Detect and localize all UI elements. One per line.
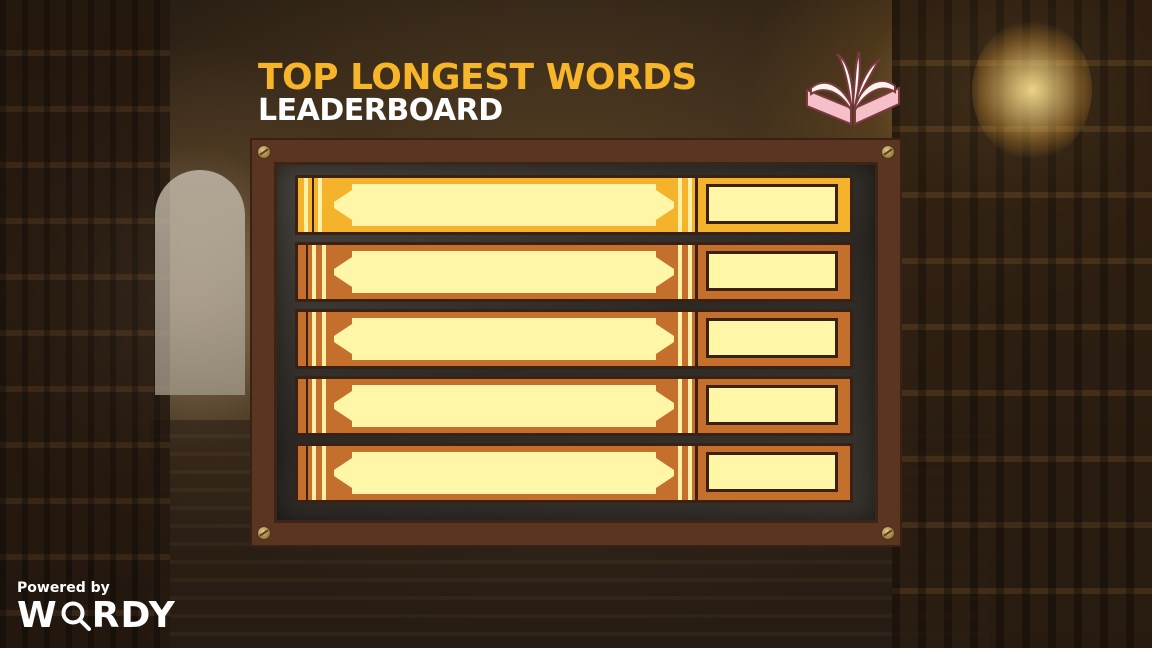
- brand-logo: W RDY: [17, 598, 176, 634]
- row-stripe: [688, 245, 692, 299]
- row-stripe: [678, 178, 682, 232]
- score-panel: [695, 245, 850, 299]
- score-box: [706, 385, 838, 425]
- row-stripe: [312, 178, 314, 232]
- leaderboard-row-3: [295, 309, 853, 369]
- score-text: [709, 388, 835, 422]
- row-stripe: [688, 379, 692, 433]
- score-text: [709, 321, 835, 355]
- score-box: [706, 318, 838, 358]
- score-box: [706, 251, 838, 291]
- row-stripe: [688, 312, 692, 366]
- row-stripe: [318, 178, 322, 232]
- word-text: [334, 184, 674, 226]
- score-panel: [695, 312, 850, 366]
- score-panel: [695, 379, 850, 433]
- leaderboard-row-4: [295, 376, 853, 436]
- score-text: [709, 254, 835, 288]
- word-plate: [334, 184, 674, 226]
- score-text: [709, 455, 835, 489]
- score-panel: [695, 178, 850, 232]
- row-stripe: [322, 379, 326, 433]
- background-archway: [155, 170, 245, 395]
- leaderboard-row-2: [295, 242, 853, 302]
- row-stripe: [322, 245, 326, 299]
- row-stripe: [306, 245, 308, 299]
- word-text: [334, 318, 674, 360]
- row-stripe: [304, 178, 308, 232]
- powered-by-label: Powered by: [17, 580, 110, 596]
- row-stripe: [312, 245, 316, 299]
- row-stripe: [322, 446, 326, 500]
- score-text: [709, 187, 835, 221]
- row-stripe: [312, 312, 316, 366]
- score-box: [706, 452, 838, 492]
- row-stripe: [688, 178, 692, 232]
- word-plate: [334, 452, 674, 494]
- screw-bottom-left: [257, 526, 271, 540]
- brand-o-slot: [58, 599, 92, 631]
- score-box: [706, 184, 838, 224]
- row-stripe: [312, 446, 316, 500]
- screw-bottom-right: [881, 526, 895, 540]
- row-stripe: [678, 245, 682, 299]
- word-plate: [334, 318, 674, 360]
- row-stripe: [306, 379, 308, 433]
- row-stripe: [688, 446, 692, 500]
- brand-text-start: W: [17, 595, 58, 636]
- row-stripe: [678, 379, 682, 433]
- row-stripe: [322, 312, 326, 366]
- leaderboard-subtitle: LEADERBOARD: [258, 93, 503, 128]
- row-stripe: [312, 379, 316, 433]
- score-panel: [695, 446, 850, 500]
- row-stripe: [306, 312, 308, 366]
- brand-text-end: RDY: [91, 595, 176, 636]
- word-plate: [334, 251, 674, 293]
- open-book-icon: [806, 51, 900, 126]
- word-text: [334, 385, 674, 427]
- lamp-glow: [972, 20, 1092, 160]
- row-stripe: [306, 446, 308, 500]
- word-text: [334, 251, 674, 293]
- row-stripe: [678, 312, 682, 366]
- screw-top-left: [257, 145, 271, 159]
- word-plate: [334, 385, 674, 427]
- word-text: [334, 452, 674, 494]
- leaderboard-title: TOP LONGEST WORDS: [258, 57, 697, 98]
- bookshelf-left: [0, 0, 170, 648]
- screw-top-right: [881, 145, 895, 159]
- leaderboard-row-1: [295, 175, 853, 235]
- row-stripe: [678, 446, 682, 500]
- magnifier-icon: [61, 601, 91, 631]
- leaderboard-row-5: [295, 443, 853, 503]
